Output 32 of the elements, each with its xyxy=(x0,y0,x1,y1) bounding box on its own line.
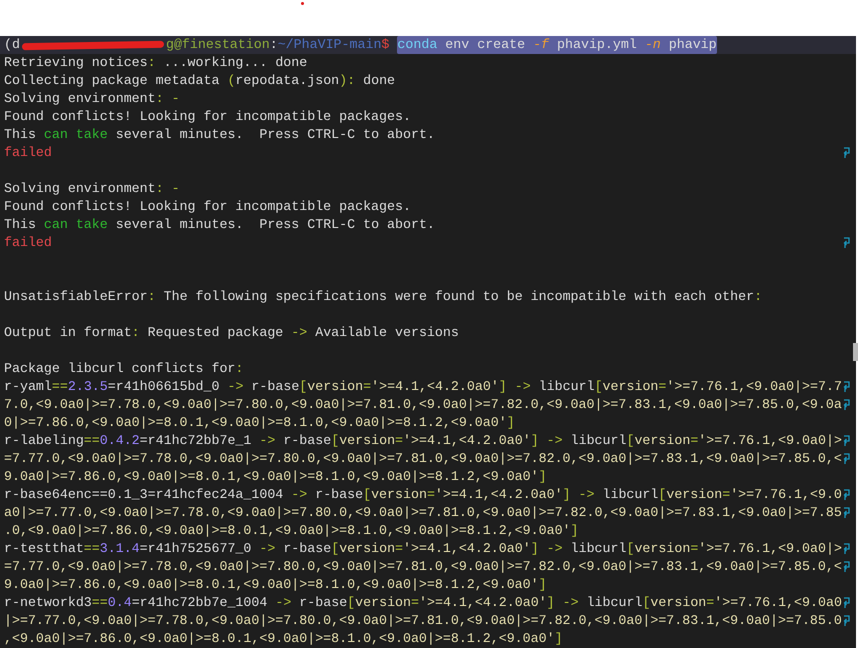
terminal-line: Found conflicts! Looking for incompatible packages. xyxy=(4,108,411,126)
terminal-line: Solving environment: - xyxy=(4,180,180,198)
terminal-line: Package libcurl conflicts for: xyxy=(4,360,244,378)
terminal-line: failed xyxy=(4,144,52,162)
terminal-line: Collecting package metadata (repodata.json): done xyxy=(4,72,396,90)
terminal-line: r-yaml==2.3.5=r41h06615bd_0 -> r-base[version='>=4.1,<4.2.0a0'] -> libcurl[version='>=7.76.1,<9.0a0|>=7.7 xyxy=(4,378,842,396)
terminal-line: a0|>=7.77.0,<9.0a0|>=7.78.0,<9.0a0|>=7.80.0,<9.0a0|>=7.81.0,<9.0a0|>=7.82.0,<9.0a0|>=7.83.1,<9.0a0|>=7.85 xyxy=(4,504,842,522)
terminal-line: ,<9.0a0|>=7.86.0,<9.0a0|>=8.0.1,<9.0a0|>=8.1.0,<9.0a0|>=8.1.2,<9.0a0'] xyxy=(4,630,563,648)
terminal-line: .0,<9.0a0|>=7.86.0,<9.0a0|>=8.0.1,<9.0a0|>=8.1.0,<9.0a0|>=8.1.2,<9.0a0'] xyxy=(4,522,579,540)
terminal-line: =7.77.0,<9.0a0|>=7.78.0,<9.0a0|>=7.80.0,<9.0a0|>=7.81.0,<9.0a0|>=7.82.0,<9.0a0|>=7.83.1,<9.0a0|>=7.85.0,< xyxy=(4,558,842,576)
terminal-line: 9.0a0|>=7.86.0,<9.0a0|>=8.0.1,<9.0a0|>=8.1.0,<9.0a0|>=8.1.2,<9.0a0'] xyxy=(4,576,547,594)
terminal-line: 9.0a0|>=7.86.0,<9.0a0|>=8.0.1,<9.0a0|>=8.1.0,<9.0a0|>=8.1.2,<9.0a0'] xyxy=(4,468,547,486)
terminal-line: |>=7.77.0,<9.0a0|>=7.78.0,<9.0a0|>=7.80.0,<9.0a0|>=7.81.0,<9.0a0|>=7.82.0,<9.0a0|>=7.83.1,<9.0a0|>=7.85.0 xyxy=(4,612,842,630)
terminal-line: Output in format: Requested package -> Available versions xyxy=(4,324,459,342)
terminal-line: r-networkd3==0.4=r41hc72bb7e_1004 -> r-base[version='>=4.1,<4.2.0a0'] -> libcurl[version='>=7.76.1,<9.0a0 xyxy=(4,594,842,612)
terminal-line: Solving environment: - xyxy=(4,90,180,108)
prompt-text: g@finestation:~/PhaVIP-main$ xyxy=(166,36,390,54)
terminal-line: failed xyxy=(4,234,52,252)
terminal-line: This can take several minutes. Press CTRL-C to abort. xyxy=(4,126,435,144)
terminal-line: Retrieving notices: ...working... done xyxy=(4,54,308,72)
terminal-line: This can take several minutes. Press CTRL-C to abort. xyxy=(4,216,435,234)
terminal-line: 0|>=7.86.0,<9.0a0|>=8.0.1,<9.0a0|>=8.1.0,<9.0a0|>=8.1.2,<9.0a0'] xyxy=(4,414,515,432)
terminal-line: UnsatisfiableError: The following specifications were found to be incompatible with each other: xyxy=(4,288,762,306)
prompt-prefix: (d xyxy=(4,36,20,54)
terminal-line: Found conflicts! Looking for incompatible packages. xyxy=(4,198,411,216)
terminal-line: r-testthat==3.1.4=r41h7525677_0 -> r-base[version='>=4.1,<4.2.0a0'] -> libcurl[version='>=7.76.1,<9.0a0|> xyxy=(4,540,842,558)
scrollbar-thumb[interactable] xyxy=(853,343,858,361)
terminal-line: r-base64enc==0.1_3=r41hcfec24a_1004 -> r-base[version='>=4.1,<4.2.0a0'] -> libcurl[version='>=7.76.1,<9.0 xyxy=(4,486,842,504)
command-text: conda env create -f phavip.yml -n phavip xyxy=(397,36,717,54)
terminal-line: r-labeling==0.4.2=r41hc72bb7e_1 -> r-base[version='>=4.1,<4.2.0a0'] -> libcurl[version='>=7.76.1,<9.0a0|> xyxy=(4,432,842,450)
terminal-line: 7.0,<9.0a0|>=7.78.0,<9.0a0|>=7.80.0,<9.0a0|>=7.81.0,<9.0a0|>=7.82.0,<9.0a0|>=7.83.1,<9.0a0|>=7.85.0,<9.0a xyxy=(4,396,842,414)
terminal-line: =7.77.0,<9.0a0|>=7.78.0,<9.0a0|>=7.80.0,<9.0a0|>=7.81.0,<9.0a0|>=7.82.0,<9.0a0|>=7.83.1,<9.0a0|>=7.85.0,< xyxy=(4,450,842,468)
